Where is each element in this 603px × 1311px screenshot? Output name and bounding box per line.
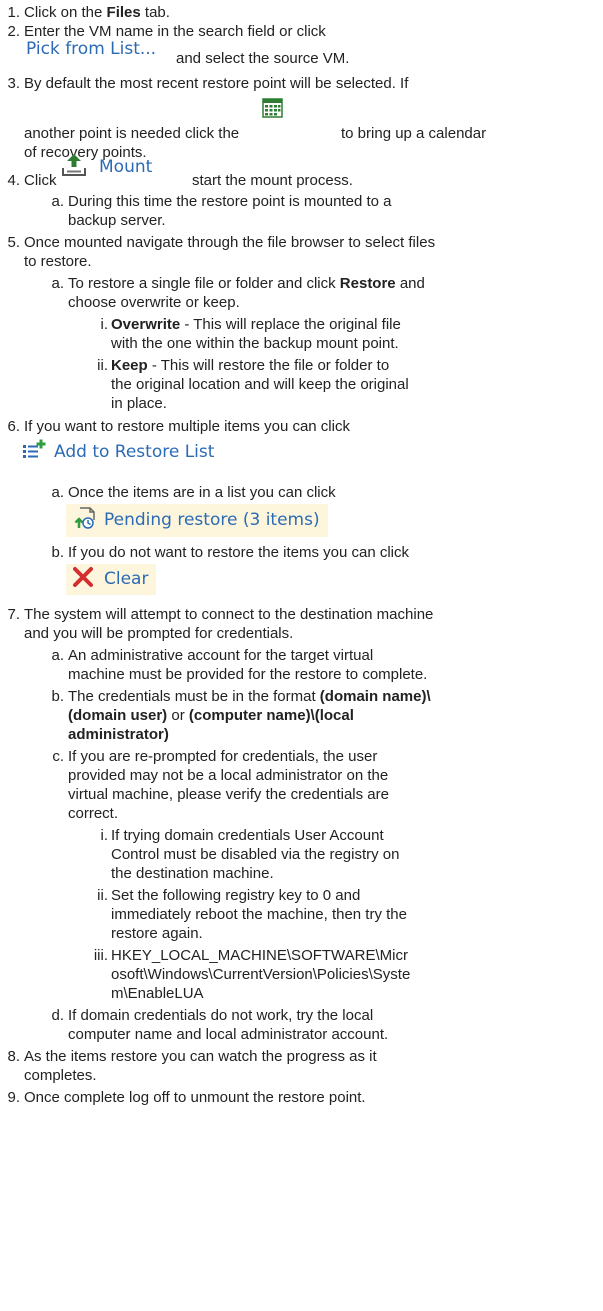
sub-step-text: If you are re-prompted for credentials, …: [68, 748, 378, 765]
sub-step-text: If you do not want to restore the items …: [68, 544, 410, 561]
calendar-icon[interactable]: [262, 97, 283, 123]
sub-sub-step-text: Control must be disabled via the registr…: [111, 846, 400, 863]
sub-step-text: correct.: [68, 805, 119, 822]
sub-step-text: The credentials must be in the format (d…: [68, 688, 431, 705]
sub-step-number: b.: [51, 544, 64, 561]
sub-step-text: choose overwrite or keep.: [68, 294, 240, 311]
step-number: 4.: [7, 172, 20, 189]
registry-key-text: osoft\Windows\CurrentVersion\Policies\Sy…: [111, 966, 411, 983]
sub-step-text: provided may not be a local administrato…: [68, 767, 389, 784]
step-text: another point is needed click the: [24, 125, 240, 142]
add-to-restore-list-label: Add to Restore List: [54, 442, 215, 462]
sub-sub-step-number: i.: [100, 316, 109, 333]
sub-step-text: virtual machine, please verify the crede…: [68, 786, 389, 803]
sub-step-text: computer name and local administrator ac…: [68, 1026, 389, 1043]
sub-step-text: During this time the restore point is mo…: [68, 193, 392, 210]
step-text: and you will be prompted for credentials…: [24, 625, 294, 642]
step-text: As the items restore you can watch the p…: [24, 1048, 377, 1065]
sub-step-text: To restore a single file or folder and c…: [68, 275, 425, 292]
sub-step-text: backup server.: [68, 212, 166, 229]
step-number: 8.: [7, 1048, 20, 1065]
pick-from-list-button[interactable]: Pick from List...: [26, 40, 156, 59]
sub-step-number: a.: [51, 484, 64, 501]
sub-step-text: (domain user) or (computer name)\(local: [68, 707, 354, 724]
step-text: Click on the Files tab.: [24, 4, 170, 21]
step-number: 5.: [7, 234, 20, 251]
sub-step-number: c.: [52, 748, 64, 765]
sub-sub-step-number: iii.: [93, 947, 108, 964]
sub-step-number: a.: [51, 647, 64, 664]
step-text: to restore.: [24, 253, 92, 270]
sub-sub-step-text: Set the following registry key to 0 and: [111, 887, 361, 904]
sub-step-text: Once the items are in a list you can cli…: [68, 484, 336, 501]
step-text: completes.: [24, 1067, 97, 1084]
sub-step-number: b.: [51, 688, 64, 705]
add-list-icon: [22, 439, 46, 466]
registry-key-text: m\EnableLUA: [111, 985, 204, 1002]
sub-sub-step-number: ii.: [97, 357, 108, 374]
step-number: 7.: [7, 606, 20, 623]
close-x-icon: [72, 566, 94, 593]
upload-icon: [61, 153, 87, 182]
sub-sub-step-text: Keep - This will restore the file or fol…: [111, 357, 390, 374]
sub-sub-step-text: Overwrite - This will replace the origin…: [111, 316, 401, 333]
mount-button-label: Mount: [99, 157, 153, 177]
step-number: 3.: [7, 75, 20, 92]
sub-sub-step-text: the destination machine.: [111, 865, 274, 882]
sub-sub-step-number: i.: [100, 827, 109, 844]
clear-label: Clear: [104, 569, 149, 589]
sub-sub-step-number: ii.: [97, 887, 108, 904]
step-number: 9.: [7, 1089, 20, 1106]
step-text: start the mount process.: [192, 172, 353, 189]
sub-sub-step-text: If trying domain credentials User Accoun…: [111, 827, 384, 844]
restore-clock-icon: [72, 506, 96, 535]
sub-step-text: administrator): [68, 726, 169, 743]
mount-button[interactable]: Mount: [61, 153, 152, 182]
sub-step-number: a.: [51, 193, 64, 210]
step-number: 1.: [7, 4, 20, 21]
step-number: 2.: [7, 23, 20, 40]
step-text: By default the most recent restore point…: [24, 75, 409, 92]
instructions-document: 1. Click on the Files tab. 2. Enter the …: [0, 0, 603, 1311]
sub-sub-step-text: immediately reboot the machine, then try…: [111, 906, 407, 923]
add-to-restore-list-button[interactable]: Add to Restore List: [22, 439, 214, 466]
registry-key-text: HKEY_LOCAL_MACHINE\SOFTWARE\Micr: [111, 947, 408, 964]
step-text: to bring up a calendar: [341, 125, 487, 142]
sub-step-text: An administrative account for the target…: [68, 647, 374, 664]
step-text: Once mounted navigate through the file b…: [24, 234, 436, 251]
pending-restore-label: Pending restore (3 items): [104, 510, 320, 530]
pending-restore-button[interactable]: Pending restore (3 items): [66, 504, 328, 537]
sub-sub-step-text: with the one within the backup mount poi…: [111, 335, 399, 352]
step-text: If you want to restore multiple items yo…: [24, 418, 350, 435]
sub-step-text: If domain credentials do not work, try t…: [68, 1007, 374, 1024]
step-text: Once complete log off to unmount the res…: [24, 1089, 366, 1106]
step-number: 6.: [7, 418, 20, 435]
clear-button[interactable]: Clear: [66, 564, 157, 595]
sub-step-number: a.: [51, 275, 64, 292]
step-text: The system will attempt to connect to th…: [24, 606, 434, 623]
sub-sub-step-text: restore again.: [111, 925, 203, 942]
step-text: and select the source VM.: [176, 50, 350, 67]
sub-step-number: d.: [51, 1007, 64, 1024]
sub-sub-step-text: in place.: [111, 395, 167, 412]
sub-step-text: machine must be provided for the restore…: [68, 666, 428, 683]
step-text: Click: [24, 172, 57, 189]
sub-sub-step-text: the original location and will keep the …: [111, 376, 409, 393]
